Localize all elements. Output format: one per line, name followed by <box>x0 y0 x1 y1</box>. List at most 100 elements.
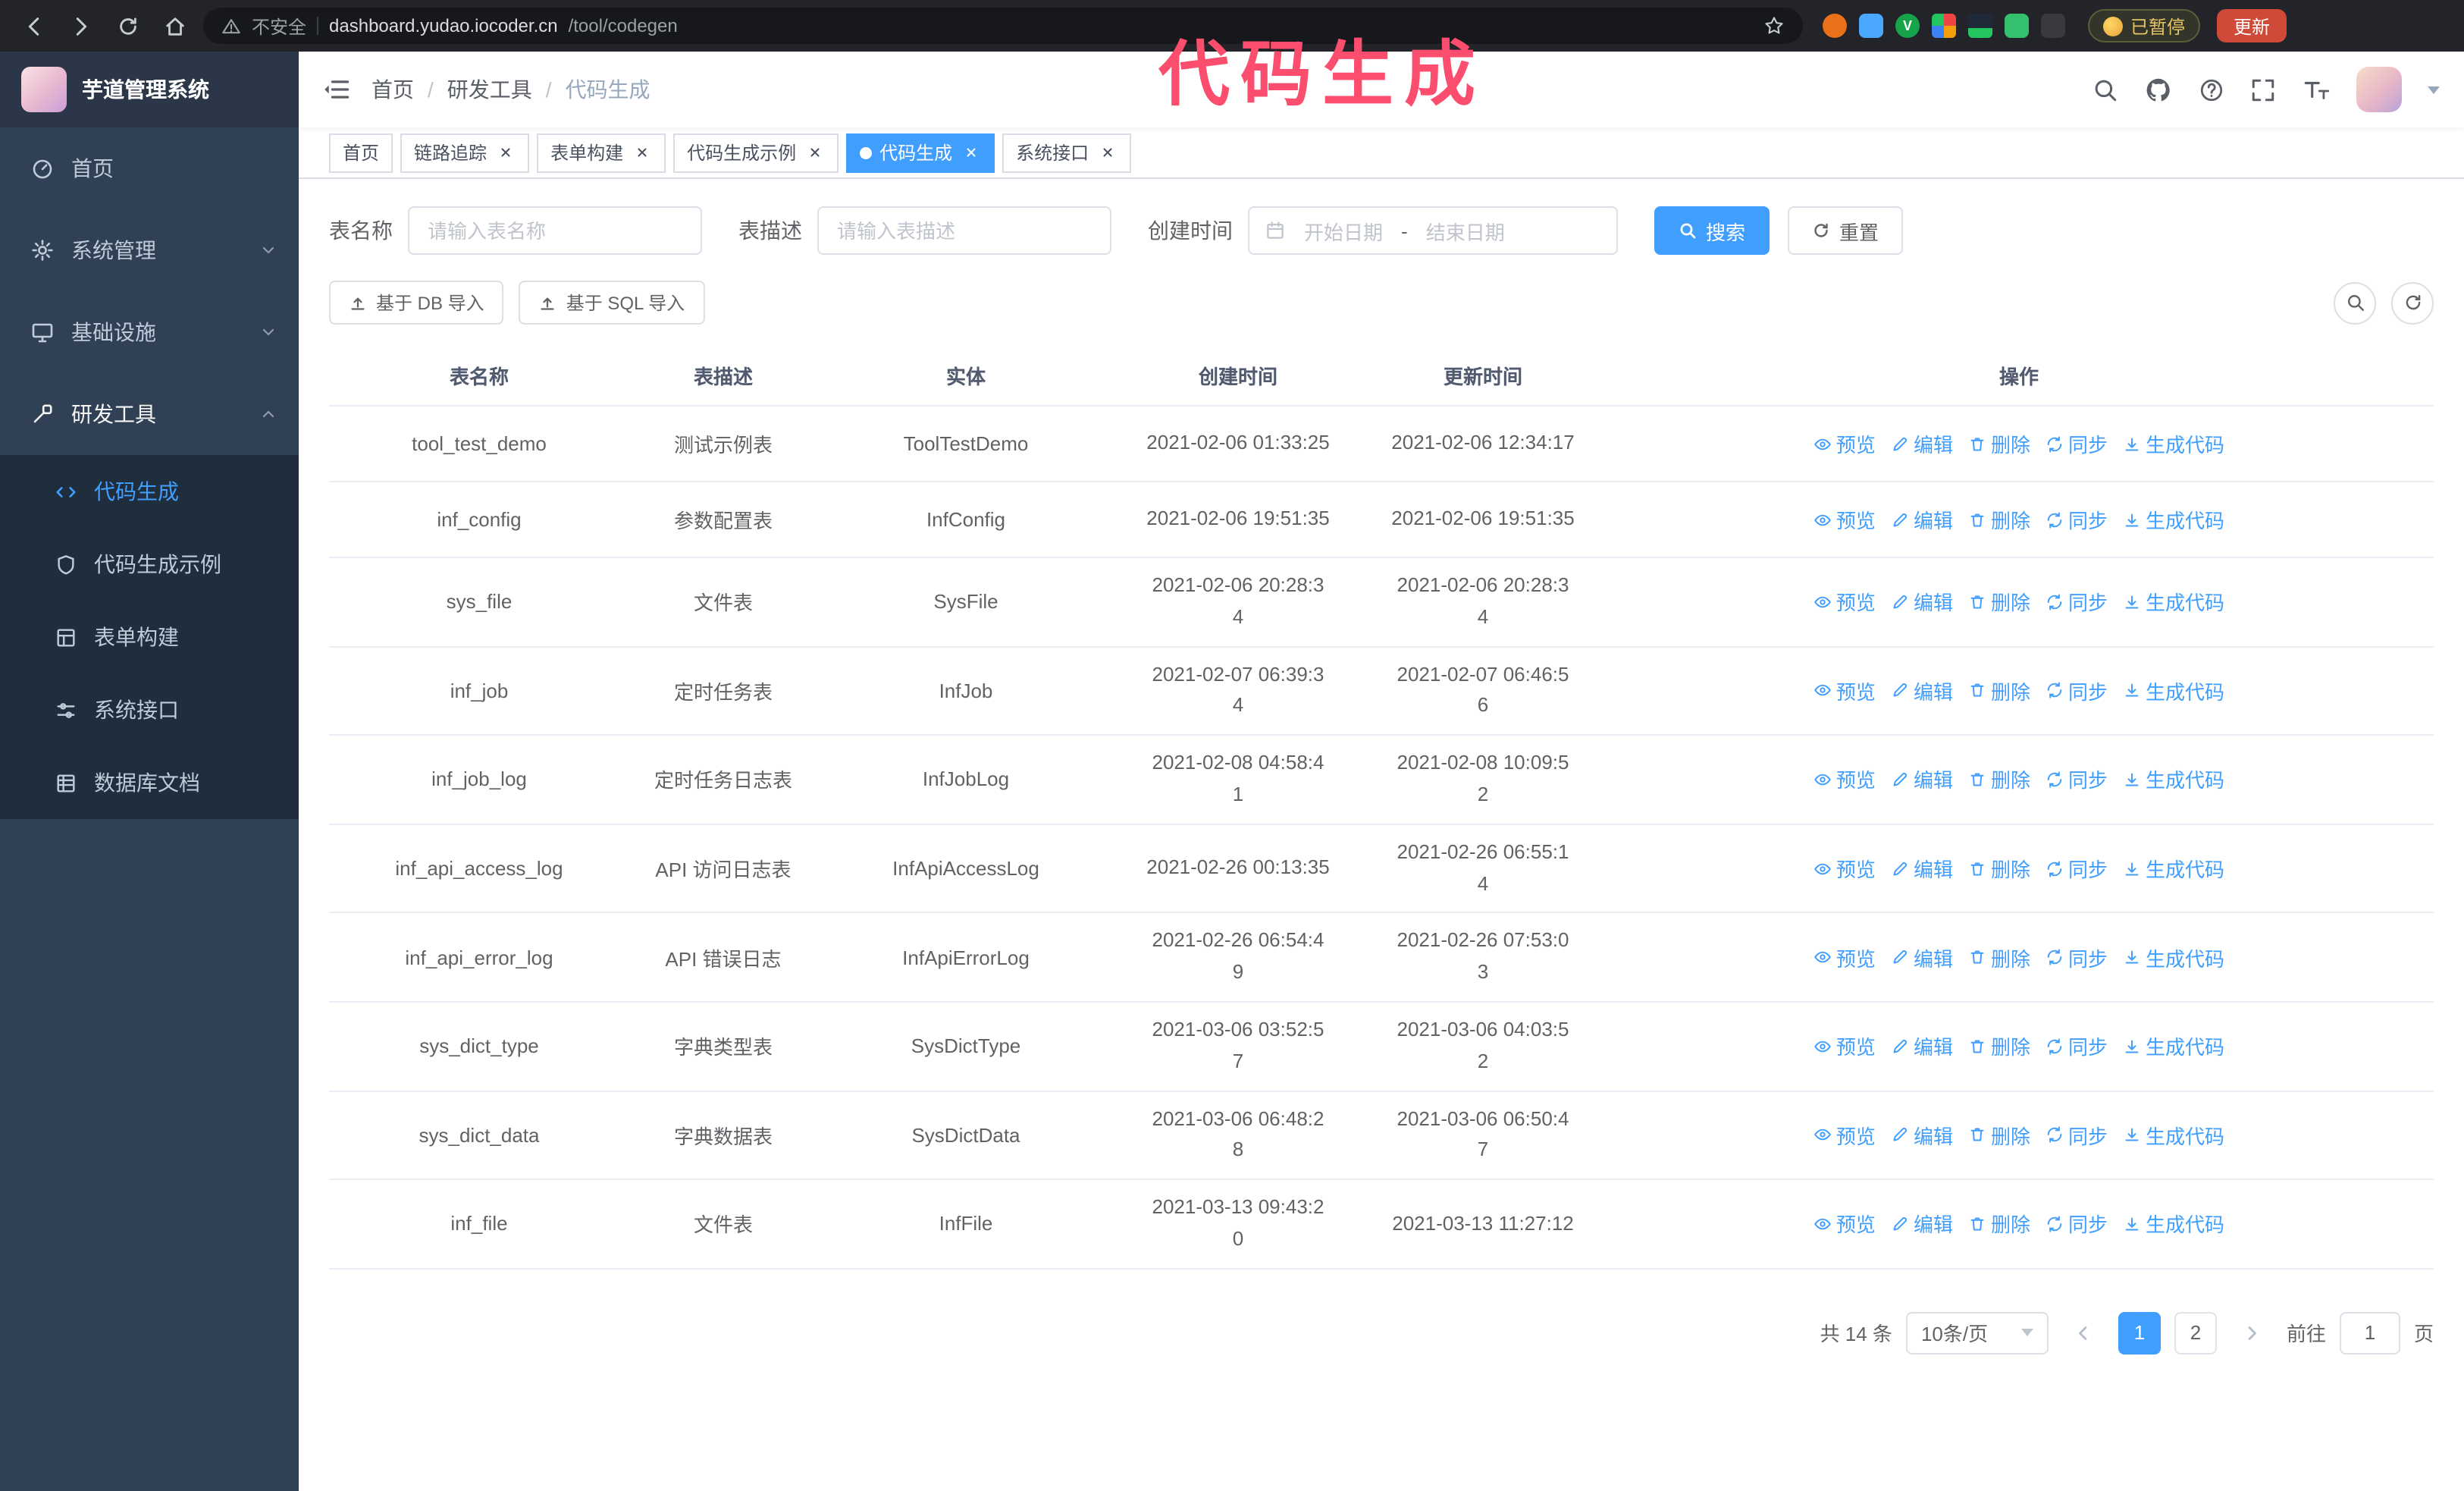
sidebar-item-system-management[interactable]: 系统管理 <box>0 209 299 291</box>
extension-icon[interactable] <box>1932 14 1956 38</box>
search-icon[interactable] <box>2093 77 2118 102</box>
address-bar[interactable]: 不安全 dashboard.yudao.iocoder.cn/tool/code… <box>203 8 1803 44</box>
import-db-button[interactable]: 基于 DB 导入 <box>329 281 504 325</box>
preview-link[interactable]: 预览 <box>1814 765 1876 794</box>
sync-link[interactable]: 同步 <box>2045 854 2108 883</box>
tab-codegen-example[interactable]: 代码生成示例 <box>673 133 839 172</box>
edit-link[interactable]: 编辑 <box>1891 505 1953 534</box>
close-icon[interactable] <box>1096 142 1118 163</box>
sidebar-item-dev-tools[interactable]: 研发工具 <box>0 373 299 455</box>
page-size-select[interactable]: 10条/页 <box>1905 1311 2049 1354</box>
avatar[interactable] <box>2356 67 2402 112</box>
table-name-input[interactable] <box>408 206 702 255</box>
update-button[interactable]: 更新 <box>2217 9 2287 42</box>
edit-link[interactable]: 编辑 <box>1891 1032 1953 1061</box>
breadcrumb-devtools[interactable]: 研发工具 <box>447 74 532 105</box>
extension-icon[interactable] <box>2005 14 2029 38</box>
sidebar-item-infrastructure[interactable]: 基础设施 <box>0 291 299 373</box>
generate-code-link[interactable]: 生成代码 <box>2123 588 2224 617</box>
fullscreen-icon[interactable] <box>2250 77 2276 102</box>
paused-badge[interactable]: 已暂停 <box>2088 9 2201 42</box>
preview-link[interactable]: 预览 <box>1814 943 1876 972</box>
generate-code-link[interactable]: 生成代码 <box>2123 505 2224 534</box>
preview-link[interactable]: 预览 <box>1814 1032 1876 1061</box>
preview-link[interactable]: 预览 <box>1814 588 1876 617</box>
delete-link[interactable]: 删除 <box>1968 505 2030 534</box>
reset-button[interactable]: 重置 <box>1788 206 1904 255</box>
delete-link[interactable]: 删除 <box>1968 429 2030 458</box>
edit-link[interactable]: 编辑 <box>1891 854 1953 883</box>
extension-icon[interactable] <box>1859 14 1883 38</box>
extension-icon[interactable] <box>1968 14 1992 38</box>
preview-link[interactable]: 预览 <box>1814 505 1876 534</box>
import-sql-button[interactable]: 基于 SQL 导入 <box>519 281 705 325</box>
generate-code-link[interactable]: 生成代码 <box>2123 676 2224 705</box>
tab-system-api[interactable]: 系统接口 <box>1002 133 1132 172</box>
sync-link[interactable]: 同步 <box>2045 943 2108 972</box>
sidebar-item-codegen-example[interactable]: 代码生成示例 <box>0 528 299 601</box>
sync-link[interactable]: 同步 <box>2045 1210 2108 1238</box>
close-icon[interactable] <box>960 142 981 163</box>
sidebar-toggle[interactable] <box>323 76 350 103</box>
reload-button[interactable] <box>109 8 146 44</box>
preview-link[interactable]: 预览 <box>1814 1210 1876 1238</box>
tab-code-generation[interactable]: 代码生成 <box>846 133 995 172</box>
tab-link-tracing[interactable]: 链路追踪 <box>400 133 530 172</box>
generate-code-link[interactable]: 生成代码 <box>2123 1121 2224 1150</box>
close-icon[interactable] <box>804 142 825 163</box>
home-button[interactable] <box>156 8 193 44</box>
generate-code-link[interactable]: 生成代码 <box>2123 1210 2224 1238</box>
edit-link[interactable]: 编辑 <box>1891 1210 1953 1238</box>
sync-link[interactable]: 同步 <box>2045 588 2108 617</box>
delete-link[interactable]: 删除 <box>1968 676 2030 705</box>
github-icon[interactable] <box>2144 75 2173 104</box>
toggle-search-button[interactable] <box>2334 281 2376 324</box>
page-2-button[interactable]: 2 <box>2174 1311 2217 1354</box>
delete-link[interactable]: 删除 <box>1968 943 2030 972</box>
sync-link[interactable]: 同步 <box>2045 765 2108 794</box>
preview-link[interactable]: 预览 <box>1814 429 1876 458</box>
back-button[interactable] <box>15 8 52 44</box>
sidebar-item-code-generation[interactable]: 代码生成 <box>0 455 299 528</box>
bookmark-star-icon[interactable] <box>1763 15 1785 36</box>
page-1-button[interactable]: 1 <box>2118 1311 2161 1354</box>
extension-icon[interactable] <box>1823 14 1847 38</box>
help-icon[interactable] <box>2199 77 2224 102</box>
generate-code-link[interactable]: 生成代码 <box>2123 1032 2224 1061</box>
sync-link[interactable]: 同步 <box>2045 676 2108 705</box>
delete-link[interactable]: 删除 <box>1968 588 2030 617</box>
prev-page-button[interactable] <box>2062 1312 2105 1354</box>
delete-link[interactable]: 删除 <box>1968 1121 2030 1150</box>
sync-link[interactable]: 同步 <box>2045 1121 2108 1150</box>
delete-link[interactable]: 删除 <box>1968 765 2030 794</box>
close-icon[interactable] <box>631 142 652 163</box>
font-size-icon[interactable] <box>2302 77 2331 102</box>
tab-form-builder[interactable]: 表单构建 <box>537 133 666 172</box>
breadcrumb-home[interactable]: 首页 <box>371 74 414 105</box>
generate-code-link[interactable]: 生成代码 <box>2123 854 2224 883</box>
preview-link[interactable]: 预览 <box>1814 1121 1876 1150</box>
extension-icon[interactable]: V <box>1895 14 1920 38</box>
sidebar-item-db-docs[interactable]: 数据库文档 <box>0 746 299 819</box>
generate-code-link[interactable]: 生成代码 <box>2123 943 2224 972</box>
sidebar-item-system-api[interactable]: 系统接口 <box>0 673 299 746</box>
sync-link[interactable]: 同步 <box>2045 429 2108 458</box>
preview-link[interactable]: 预览 <box>1814 854 1876 883</box>
edit-link[interactable]: 编辑 <box>1891 588 1953 617</box>
close-icon[interactable] <box>494 142 516 163</box>
sidebar-item-home[interactable]: 首页 <box>0 127 299 209</box>
edit-link[interactable]: 编辑 <box>1891 765 1953 794</box>
generate-code-link[interactable]: 生成代码 <box>2123 429 2224 458</box>
delete-link[interactable]: 删除 <box>1968 854 2030 883</box>
generate-code-link[interactable]: 生成代码 <box>2123 765 2224 794</box>
tab-home[interactable]: 首页 <box>329 133 393 172</box>
chevron-down-icon[interactable] <box>2428 86 2440 93</box>
delete-link[interactable]: 删除 <box>1968 1210 2030 1238</box>
sync-link[interactable]: 同步 <box>2045 505 2108 534</box>
extension-icon[interactable] <box>2041 14 2065 38</box>
edit-link[interactable]: 编辑 <box>1891 1121 1953 1150</box>
edit-link[interactable]: 编辑 <box>1891 429 1953 458</box>
search-button[interactable]: 搜索 <box>1654 206 1770 255</box>
next-page-button[interactable] <box>2230 1312 2273 1354</box>
forward-button[interactable] <box>62 8 99 44</box>
